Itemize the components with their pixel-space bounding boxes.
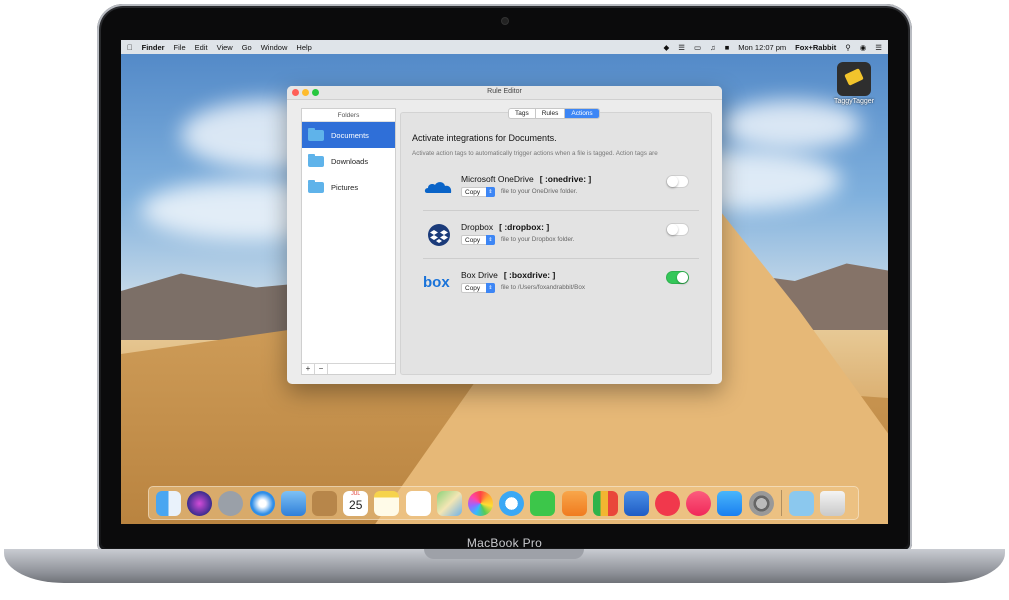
menu-app-name[interactable]: Finder	[142, 43, 165, 52]
service-description: file to /Users/foxandrabbit/Box	[501, 284, 585, 291]
laptop-notch	[424, 549, 584, 559]
numbers-icon[interactable]	[592, 490, 618, 516]
action-select[interactable]: Copy ⇕	[461, 283, 495, 293]
sidebar-item-label: Downloads	[331, 156, 369, 166]
box-icon: box	[423, 274, 450, 291]
desktop-screen:  Finder File Edit View Go Window Help ◆…	[121, 40, 888, 524]
service-row-box: box Box Drive[ :boxdrive: ] Copy ⇕ file …	[423, 259, 699, 307]
pages-icon[interactable]	[561, 490, 587, 516]
service-name: Dropbox[ :dropbox: ]	[461, 222, 550, 232]
folder-icon	[308, 127, 324, 141]
contacts-icon[interactable]	[312, 490, 338, 516]
tab-actions[interactable]: Actions	[565, 109, 599, 118]
sidebar-item-documents[interactable]: Documents	[302, 122, 395, 148]
service-description: file to your Dropbox folder.	[501, 236, 575, 243]
apple-menu-icon[interactable]: 	[127, 43, 133, 52]
chevron-updown-icon: ⇕	[486, 235, 495, 245]
service-row-onedrive: Microsoft OneDrive[ :onedrive: ] Copy ⇕ …	[423, 163, 699, 211]
sidebar-item-label: Pictures	[331, 182, 359, 192]
tag-icon	[837, 62, 871, 96]
launchpad-icon[interactable]	[218, 490, 244, 516]
downloads-folder-icon[interactable]	[788, 490, 814, 516]
menu-user[interactable]: Fox+Rabbit	[795, 43, 836, 52]
action-select[interactable]: Copy ⇕	[461, 187, 495, 197]
appstore-icon[interactable]	[717, 490, 743, 516]
dropbox-icon	[428, 224, 450, 246]
folders-sidebar: Folders Documents Downloads Pictures + −	[301, 108, 396, 375]
panel-subheading: Activate action tags to automatically tr…	[412, 150, 658, 157]
messages-icon[interactable]	[499, 490, 525, 516]
service-description: file to your OneDrive folder.	[501, 188, 578, 195]
menu-bar:  Finder File Edit View Go Window Help ◆…	[121, 40, 888, 54]
menu-view[interactable]: View	[217, 43, 233, 52]
onedrive-icon	[424, 182, 452, 193]
tag-status-icon[interactable]: ◆	[663, 43, 669, 52]
sidebar-header: Folders	[302, 109, 395, 122]
action-select[interactable]: Copy ⇕	[461, 235, 495, 245]
panel-heading: Activate integrations for Documents.	[412, 133, 557, 143]
calendar-icon[interactable]: JUL 25	[343, 490, 369, 516]
menu-file[interactable]: File	[174, 43, 186, 52]
chevron-updown-icon: ⇕	[486, 283, 495, 293]
folder-icon	[308, 179, 324, 193]
maps-icon[interactable]	[436, 490, 462, 516]
airplay-icon[interactable]: ▭	[694, 43, 701, 52]
dropbox-toggle[interactable]	[666, 223, 689, 236]
dock-divider	[780, 490, 782, 516]
finder-icon[interactable]	[156, 490, 182, 516]
taggytagger-desktop-icon[interactable]: TaggyTagger	[827, 62, 881, 105]
trash-icon[interactable]	[820, 490, 846, 516]
window-titlebar[interactable]: Rule Editor	[287, 86, 722, 100]
camera	[502, 18, 508, 24]
service-row-dropbox: Dropbox[ :dropbox: ] Copy ⇕ file to your…	[423, 211, 699, 259]
volume-icon[interactable]: ♫	[710, 43, 716, 52]
desktop-icon-label: TaggyTagger	[833, 98, 875, 105]
tab-bar: Tags Rules Actions	[508, 108, 600, 119]
news-icon[interactable]	[655, 490, 681, 516]
keynote-icon[interactable]	[623, 490, 649, 516]
photos-icon[interactable]	[467, 490, 493, 516]
safari-icon[interactable]	[249, 490, 275, 516]
menu-go[interactable]: Go	[242, 43, 252, 52]
reminders-icon[interactable]	[405, 490, 431, 516]
actions-panel: Activate integrations for Documents. Act…	[400, 112, 712, 375]
spotlight-icon[interactable]: ⚲	[845, 43, 851, 52]
siri-menu-icon[interactable]: ◉	[860, 43, 867, 52]
menu-edit[interactable]: Edit	[195, 43, 208, 52]
sidebar-item-downloads[interactable]: Downloads	[302, 148, 395, 174]
rule-editor-window: Rule Editor Folders Documents Downloads …	[287, 86, 722, 384]
service-name: Microsoft OneDrive[ :onedrive: ]	[461, 174, 592, 184]
sidebar-item-label: Documents	[331, 130, 369, 140]
input-source-icon[interactable]: ■	[725, 43, 730, 52]
menu-clock[interactable]: Mon 12:07 pm	[738, 43, 786, 52]
service-name: Box Drive[ :boxdrive: ]	[461, 270, 556, 280]
notes-icon[interactable]	[374, 490, 400, 516]
mail-icon[interactable]	[280, 490, 306, 516]
menu-window[interactable]: Window	[261, 43, 288, 52]
sidebar-footer: + −	[302, 363, 395, 374]
laptop-brand-label: MacBook Pro	[466, 536, 543, 550]
window-title: Rule Editor	[487, 88, 522, 95]
dock: JUL 25	[148, 486, 859, 520]
facetime-icon[interactable]	[530, 490, 556, 516]
remove-folder-button[interactable]: −	[315, 364, 328, 374]
sidebar-item-pictures[interactable]: Pictures	[302, 174, 395, 200]
onedrive-toggle[interactable]	[666, 175, 689, 188]
box-toggle[interactable]	[666, 271, 689, 284]
preferences-icon[interactable]	[748, 490, 774, 516]
menu-help[interactable]: Help	[296, 43, 311, 52]
tab-rules[interactable]: Rules	[536, 109, 566, 118]
tab-tags[interactable]: Tags	[509, 109, 536, 118]
wifi-icon[interactable]: ☰	[678, 43, 685, 52]
notification-center-icon[interactable]: ☰	[875, 43, 882, 52]
add-folder-button[interactable]: +	[302, 364, 315, 374]
chevron-updown-icon: ⇕	[486, 187, 495, 197]
folder-icon	[308, 153, 324, 167]
siri-icon[interactable]	[187, 490, 213, 516]
music-icon[interactable]	[686, 490, 712, 516]
